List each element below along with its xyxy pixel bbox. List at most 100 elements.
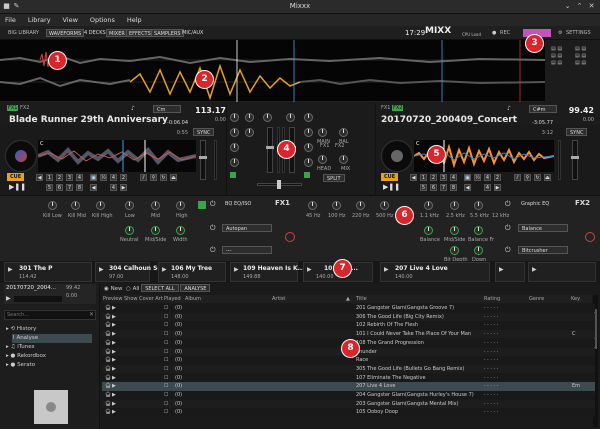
overview-waveforms[interactable]: [0, 40, 546, 102]
row-headphone-icon[interactable]: 🎧︎: [105, 391, 111, 399]
fx-left-kill-low[interactable]: [48, 201, 57, 210]
deck2-vinyl-spinner[interactable]: [381, 140, 413, 172]
menu-library[interactable]: Library: [23, 14, 56, 26]
samplers-button[interactable]: SAMPLERS: [151, 29, 184, 37]
row-played-checkbox[interactable]: ☐: [164, 348, 168, 356]
waveform-zoom-controls[interactable]: ▤ ▤ ▤ ▤ ▤ ▤: [551, 46, 571, 66]
all-radio[interactable]: ○: [124, 286, 132, 292]
fx-right-power3-icon[interactable]: ⏻: [505, 246, 511, 255]
search-clear-icon[interactable]: ✕: [89, 311, 94, 318]
table-row[interactable]: 🎧︎ ▶ ☐ (0) 101 I Could Never Take The Place …: [102, 330, 595, 339]
sampler-2[interactable]: ▶ 304 Calhoun Sq... 97.00: [95, 262, 169, 282]
deck1-waveform[interactable]: C: [37, 140, 197, 172]
row-headphone-icon[interactable]: 🎧︎: [105, 382, 111, 390]
search-box[interactable]: ✕: [4, 310, 96, 320]
fx-left-neutral[interactable]: [125, 226, 134, 235]
fx-left-power-icon[interactable]: ⏻: [210, 200, 216, 209]
row-rating[interactable]: · · · · ·: [484, 356, 498, 364]
waveform-zoom-controls-right[interactable]: ▤ ▤ ▤ ▤ ▤ ▤: [575, 46, 595, 66]
col-rating[interactable]: Rating: [484, 295, 500, 303]
row-rating[interactable]: · · · · ·: [484, 321, 498, 329]
deck1-cue-button[interactable]: CUE: [7, 173, 25, 181]
rec-button[interactable]: REC: [500, 29, 510, 37]
deck1-eq-mid-knob[interactable]: [230, 143, 239, 152]
fx-right-2k5hz[interactable]: [450, 201, 459, 210]
row-headphone-icon[interactable]: 🎧︎: [105, 400, 111, 408]
preview-deck[interactable]: 20170720_2004... 99.42 0.00 ▶: [4, 284, 96, 304]
table-row[interactable]: 🎧︎ ▶ ☐ (0) 107 Eliminate The Negative · · · ·…: [102, 373, 595, 382]
row-play-icon[interactable]: ▶: [112, 313, 116, 321]
sidebar-item-rekordbox[interactable]: ▸ ● Rekordbox: [6, 352, 46, 361]
deck2-eq-mid-knob[interactable]: [304, 143, 313, 152]
deck2-beatjump-forward-button[interactable]: ▶: [494, 184, 501, 191]
deck1-filter-knob[interactable]: [245, 113, 254, 122]
fx-left-high[interactable]: [176, 201, 185, 210]
sampler-6-play-icon[interactable]: ▶: [384, 266, 389, 273]
row-played-checkbox[interactable]: ☐: [164, 330, 168, 338]
sampler-3[interactable]: ▶ 106 My Tree 148.00: [158, 262, 226, 282]
row-rating[interactable]: · · · · ·: [484, 374, 498, 382]
row-rating[interactable]: · · · · ·: [484, 313, 498, 321]
fx-right-midside[interactable]: [450, 226, 459, 235]
deck1-eq-high-knob[interactable]: [230, 128, 239, 137]
split-button[interactable]: SPLIT: [323, 174, 345, 182]
deck1-pfl-headphone-icon[interactable]: [263, 113, 272, 122]
fx-right-1k1hz[interactable]: [424, 201, 433, 210]
deck1-hotcue-8[interactable]: 8: [76, 184, 83, 191]
settings-button[interactable]: SETTINGS: [566, 29, 591, 37]
fx-left-unit2-select[interactable]: Autopan: [222, 224, 272, 232]
crossfader-handle[interactable]: [277, 180, 281, 189]
fx-right-superknob[interactable]: [585, 232, 595, 242]
row-headphone-icon[interactable]: 🎧︎: [105, 313, 111, 321]
row-play-icon[interactable]: ▶: [112, 330, 116, 338]
col-genre[interactable]: Genre: [529, 295, 544, 303]
deck2-hotcue-8[interactable]: 8: [450, 184, 457, 191]
fx-left-width[interactable]: [176, 226, 185, 235]
fx-left-unit3-select[interactable]: ---: [222, 246, 272, 254]
deck2-fx2-button[interactable]: FX2: [392, 105, 404, 111]
row-play-icon[interactable]: ▶: [112, 382, 116, 390]
rec-dot-icon[interactable]: ●: [492, 29, 496, 37]
row-rating[interactable]: · · · · ·: [484, 391, 498, 399]
deck1-keylock-button[interactable]: ⚲: [150, 174, 157, 181]
row-rating[interactable]: · · · · ·: [484, 304, 498, 312]
deck1-key[interactable]: Cm: [153, 105, 181, 113]
sampler-1-play-icon[interactable]: ▶: [8, 266, 13, 273]
row-play-icon[interactable]: ▶: [112, 365, 116, 373]
deck2-hotcue-3[interactable]: 3: [440, 174, 447, 181]
deck1-fx1-button[interactable]: FX1: [7, 105, 19, 111]
col-played[interactable]: Played: [164, 295, 181, 303]
deck2-quantize-button[interactable]: ⫽: [514, 174, 521, 181]
row-play-icon[interactable]: ▶: [112, 391, 116, 399]
deck1-hotcue-6[interactable]: 6: [56, 184, 63, 191]
mixer-fx1-label[interactable]: FX1: [320, 143, 329, 149]
row-played-checkbox[interactable]: ☐: [164, 321, 168, 329]
preview-deck-waveform[interactable]: [14, 296, 62, 302]
col-title[interactable]: Title: [356, 295, 367, 303]
deck2-key[interactable]: C#m: [529, 105, 557, 113]
menu-options[interactable]: Options: [85, 14, 120, 26]
deck2-beatjump-back-button[interactable]: ◀: [464, 184, 471, 191]
row-headphone-icon[interactable]: 🎧︎: [105, 348, 111, 356]
deck2-hotcue-4[interactable]: 4: [450, 174, 457, 181]
row-played-checkbox[interactable]: ☐: [164, 304, 168, 312]
sidebar-item-itunes[interactable]: ▸ ♫ iTunes: [6, 343, 34, 352]
fx-right-bit-depth[interactable]: [450, 246, 459, 255]
fx-left-unit1-select[interactable]: BQ EQ/ISO: [222, 200, 267, 208]
fx-right-unit3-select[interactable]: Bitcrusher: [518, 246, 568, 254]
row-headphone-icon[interactable]: 🎧︎: [105, 374, 111, 382]
sampler-5-play-icon[interactable]: ▶: [307, 266, 312, 273]
row-play-icon[interactable]: ▶: [112, 321, 116, 329]
deck2-loop-double-button[interactable]: 2: [494, 174, 501, 181]
table-row[interactable]: 🎧︎ ▶ ☐ (0) Race · · · · ·: [102, 356, 595, 365]
deck2-loop-half-button[interactable]: ½: [474, 174, 481, 181]
deck1-beatjump-size-button[interactable]: 4: [110, 184, 117, 191]
table-row[interactable]: 🎧︎ ▶ ☐ (0) 102 Rebirth Of The Flesh · · · · ·: [102, 321, 595, 330]
deck1-hotcue-3[interactable]: 3: [66, 174, 73, 181]
deck2-cue-button[interactable]: CUE: [381, 173, 399, 181]
fx-right-45hz[interactable]: [308, 201, 317, 210]
row-played-checkbox[interactable]: ☐: [164, 400, 168, 408]
deck2-hotcue-7[interactable]: 7: [440, 184, 447, 191]
balance-knob[interactable]: [339, 128, 348, 137]
deck1-quantize-button[interactable]: ⫽: [140, 174, 147, 181]
